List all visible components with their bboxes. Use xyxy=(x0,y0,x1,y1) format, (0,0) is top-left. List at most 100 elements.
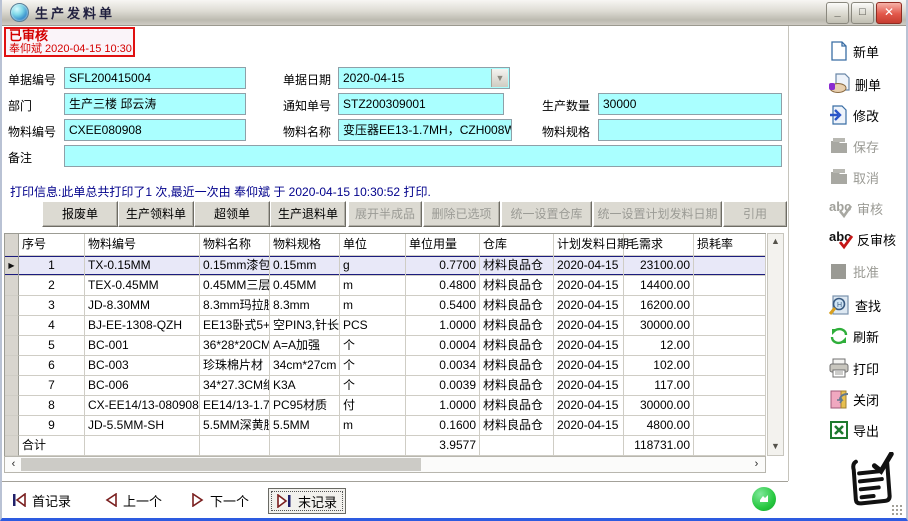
table-cell[interactable]: 8 xyxy=(19,396,85,416)
table-cell[interactable]: 0.5400 xyxy=(406,296,480,316)
table-cell[interactable]: BC-006 xyxy=(85,376,200,396)
table-cell[interactable] xyxy=(270,436,340,456)
col-header[interactable]: 计划发料日期 xyxy=(554,234,624,256)
table-cell[interactable]: 个 xyxy=(340,376,406,396)
table-cell[interactable]: g xyxy=(340,256,406,276)
table-cell[interactable]: 34*27.3CM纸 xyxy=(200,376,270,396)
material-spec-field[interactable] xyxy=(598,119,782,141)
scroll-up-icon[interactable]: ▲ xyxy=(768,234,783,250)
table-cell[interactable]: EE13卧式5+ xyxy=(200,316,270,336)
table-cell[interactable]: 合计 xyxy=(19,436,85,456)
scroll-right-icon[interactable]: › xyxy=(749,457,764,472)
table-cell[interactable] xyxy=(694,316,766,336)
material-no-field[interactable]: CXEE080908 xyxy=(64,119,246,141)
table-cell[interactable]: 117.00 xyxy=(624,376,694,396)
last-record-button[interactable]: 末记录 xyxy=(268,488,346,514)
col-header[interactable]: 物料名称 xyxy=(200,234,270,256)
table-cell[interactable]: 12.00 xyxy=(624,336,694,356)
col-header[interactable]: 仓库 xyxy=(480,234,554,256)
table-cell[interactable]: JD-5.5MM-SH xyxy=(85,416,200,436)
table-cell[interactable]: BC-003 xyxy=(85,356,200,376)
table-cell[interactable]: 4800.00 xyxy=(624,416,694,436)
table-cell[interactable]: 1.0000 xyxy=(406,316,480,336)
table-cell[interactable]: 2020-04-15 xyxy=(554,416,624,436)
scrap-order-button[interactable]: 报废单 xyxy=(42,201,118,227)
table-cell[interactable]: 个 xyxy=(340,336,406,356)
table-cell[interactable]: BC-001 xyxy=(85,336,200,356)
row-selector[interactable] xyxy=(5,416,19,436)
table-cell[interactable] xyxy=(694,396,766,416)
table-cell[interactable]: 8.3mm xyxy=(270,296,340,316)
table-cell[interactable]: 2020-04-15 xyxy=(554,336,624,356)
row-selector[interactable] xyxy=(5,396,19,416)
table-cell[interactable] xyxy=(340,436,406,456)
maximize-button[interactable]: □ xyxy=(851,2,874,24)
refresh-button[interactable]: 刷新 xyxy=(828,325,879,347)
table-row[interactable]: 5BC-00136*28*20CMA=A加强个0.0004材料良品仓2020-0… xyxy=(5,336,766,356)
table-cell[interactable]: 118731.00 xyxy=(624,436,694,456)
table-cell[interactable]: K3A xyxy=(270,376,340,396)
table-cell[interactable]: 2020-04-15 xyxy=(554,276,624,296)
table-cell[interactable] xyxy=(85,436,200,456)
table-cell[interactable]: 23100.00 xyxy=(624,256,694,276)
table-cell[interactable]: 材料良品仓 xyxy=(480,376,554,396)
production-return-order-button[interactable]: 生产退料单 xyxy=(270,201,346,227)
table-cell[interactable]: 7 xyxy=(19,376,85,396)
table-cell[interactable]: 材料良品仓 xyxy=(480,416,554,436)
table-cell[interactable]: 材料良品仓 xyxy=(480,396,554,416)
table-cell[interactable]: TX-0.15MM xyxy=(85,256,200,276)
close-window-button[interactable]: 关闭 xyxy=(828,388,879,410)
prev-record-button[interactable]: 上一个 xyxy=(105,488,162,512)
table-cell[interactable]: 5.5MM xyxy=(270,416,340,436)
table-cell[interactable] xyxy=(694,276,766,296)
col-header[interactable]: 毛需求 xyxy=(624,234,694,256)
col-header[interactable]: 物料规格 xyxy=(270,234,340,256)
scroll-down-icon[interactable]: ▼ xyxy=(768,439,783,455)
table-cell[interactable]: 34cm*27cm xyxy=(270,356,340,376)
table-cell[interactable]: CX-EE14/13-080908 xyxy=(85,396,200,416)
row-selector[interactable] xyxy=(5,296,19,316)
close-button[interactable]: ✕ xyxy=(876,2,902,24)
dept-field[interactable]: 生产三楼 邱云涛 xyxy=(64,93,246,115)
doc-date-combo[interactable]: 2020-04-15 ▼ xyxy=(338,67,510,89)
table-cell[interactable] xyxy=(694,256,766,276)
table-cell[interactable]: 2020-04-15 xyxy=(554,256,624,276)
remark-field[interactable] xyxy=(64,145,782,167)
hscroll-thumb[interactable] xyxy=(21,458,421,471)
table-cell[interactable] xyxy=(694,336,766,356)
table-row[interactable]: 8CX-EE14/13-080908EE14/13-1.7PC95材质付1.00… xyxy=(5,396,766,416)
table-cell[interactable]: 0.1600 xyxy=(406,416,480,436)
table-cell[interactable]: 5 xyxy=(19,336,85,356)
table-row[interactable]: 4BJ-EE-1308-QZHEE13卧式5+空PIN3,针长PCS1.0000… xyxy=(5,316,766,336)
table-cell[interactable]: 0.15mm xyxy=(270,256,340,276)
notice-no-field[interactable]: STZ200309001 xyxy=(338,93,504,115)
chevron-down-icon[interactable]: ▼ xyxy=(491,69,508,87)
production-picking-order-button[interactable]: 生产领料单 xyxy=(118,201,194,227)
table-cell[interactable]: 0.45MM三层 xyxy=(200,276,270,296)
resize-grip[interactable] xyxy=(891,504,903,516)
table-cell[interactable]: 4 xyxy=(19,316,85,336)
unaudit-button[interactable]: abc 反审核 xyxy=(828,228,896,250)
table-cell[interactable]: 6 xyxy=(19,356,85,376)
table-cell[interactable]: 材料良品仓 xyxy=(480,336,554,356)
table-cell[interactable]: EE14/13-1.7 xyxy=(200,396,270,416)
table-cell[interactable]: TEX-0.45MM xyxy=(85,276,200,296)
col-header[interactable]: 单位用量 xyxy=(406,234,480,256)
qty-field[interactable]: 30000 xyxy=(598,93,782,115)
table-cell[interactable]: 2020-04-15 xyxy=(554,316,624,336)
title-bar[interactable]: 生产发料单 _ □ ✕ xyxy=(2,0,906,26)
over-pick-order-button[interactable]: 超领单 xyxy=(194,201,270,227)
table-cell[interactable]: 36*28*20CM xyxy=(200,336,270,356)
table-cell[interactable]: 5.5MM深黄胶 xyxy=(200,416,270,436)
table-cell[interactable]: 3.9577 xyxy=(406,436,480,456)
table-row[interactable]: 3JD-8.30MM8.3mm玛拉胶8.3mmm0.5400材料良品仓2020-… xyxy=(5,296,766,316)
table-cell[interactable]: 空PIN3,针长 xyxy=(270,316,340,336)
vertical-scrollbar[interactable]: ▲ ▼ xyxy=(767,233,784,456)
table-cell[interactable]: A=A加强 xyxy=(270,336,340,356)
table-row[interactable]: ▶1TX-0.15MM0.15mm漆包0.15mmg0.7700材料良品仓202… xyxy=(5,256,766,276)
table-cell[interactable]: m xyxy=(340,416,406,436)
row-selector[interactable] xyxy=(5,376,19,396)
table-cell[interactable]: PC95材质 xyxy=(270,396,340,416)
table-row[interactable]: 7BC-00634*27.3CM纸K3A个0.0039材料良品仓2020-04-… xyxy=(5,376,766,396)
table-cell[interactable]: BJ-EE-1308-QZH xyxy=(85,316,200,336)
